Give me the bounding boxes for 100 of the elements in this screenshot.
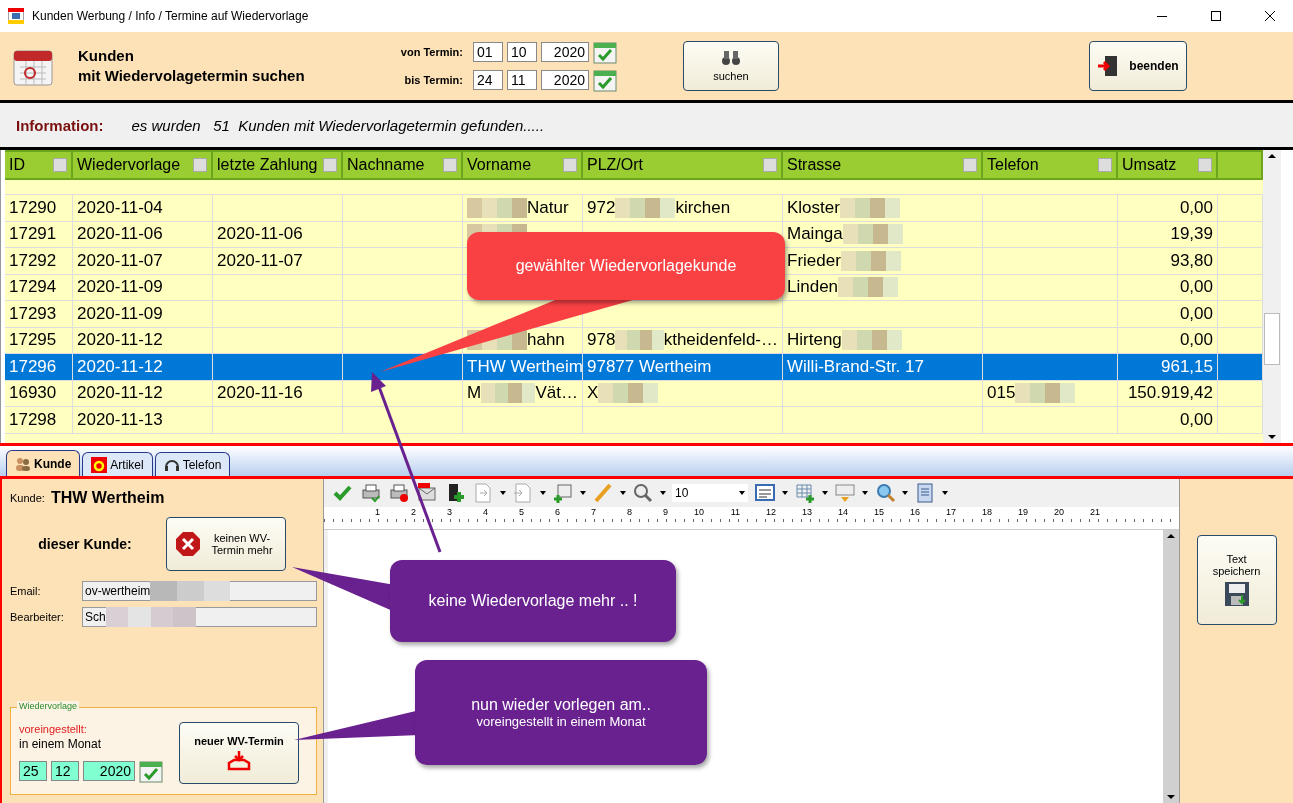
close-icon[interactable] bbox=[1265, 11, 1275, 21]
magnifier-icon[interactable] bbox=[632, 482, 654, 504]
column-header[interactable]: PLZ/Ort bbox=[583, 150, 783, 180]
ruler-number: 18 bbox=[981, 507, 992, 517]
caret-icon[interactable] bbox=[862, 491, 868, 495]
table-cell: 19,39 bbox=[1170, 224, 1213, 245]
scroll-up-icon[interactable] bbox=[1167, 534, 1175, 538]
month-field[interactable]: 10 bbox=[507, 42, 537, 62]
callout-text: keine Wiedervorlage mehr .. ! bbox=[428, 592, 638, 610]
column-header[interactable]: ID bbox=[5, 150, 73, 180]
caret-icon[interactable] bbox=[822, 491, 828, 495]
table-row[interactable]: 17293 2020-11-09 0,00 bbox=[5, 301, 1263, 328]
table-row[interactable]: 17298 2020-11-13 0,00 bbox=[5, 407, 1263, 434]
cell-text: Vät… bbox=[535, 383, 578, 404]
cell-text: hahn bbox=[527, 330, 565, 351]
cell-text: Natur bbox=[527, 197, 569, 218]
no-more-date-button[interactable]: keinen WV-Termin mehr bbox=[166, 517, 286, 571]
window-title: Kunden Werbung / Info / Termine auf Wiedervorlage bbox=[32, 9, 310, 23]
year-field[interactable]: 2020 bbox=[541, 70, 589, 90]
caret-icon[interactable] bbox=[782, 491, 788, 495]
column-header[interactable]: Vorname bbox=[463, 150, 583, 180]
caret-icon[interactable] bbox=[660, 491, 666, 495]
ruler-number: 4 bbox=[482, 507, 488, 517]
calendar-check-icon[interactable] bbox=[139, 759, 163, 783]
ruler-number: 8 bbox=[626, 507, 632, 517]
table-row[interactable]: 17296 2020-11-12 THW Wertheim 97877 Wertheim Willi-Brand-Str. 17 961,15 bbox=[5, 354, 1263, 381]
ruler-number: 1 bbox=[374, 507, 380, 517]
search-button[interactable]: suchen bbox=[683, 41, 779, 91]
scroll-thumb[interactable] bbox=[1264, 313, 1280, 365]
spellcheck-icon[interactable] bbox=[834, 482, 856, 504]
save-text-button[interactable]: Text speichern bbox=[1196, 535, 1277, 625]
font-size-dropdown[interactable]: 10 bbox=[672, 484, 748, 502]
column-header[interactable]: letzte Zahlung bbox=[213, 150, 343, 180]
maximize-icon[interactable] bbox=[1211, 11, 1221, 21]
scroll-down-icon[interactable] bbox=[1268, 435, 1276, 439]
day-field[interactable]: 24 bbox=[473, 70, 503, 90]
pixelated-blur bbox=[841, 330, 902, 351]
caret-icon[interactable] bbox=[902, 491, 908, 495]
callout-text: nun wieder vorlegen am.. bbox=[471, 696, 651, 714]
table-plus-icon[interactable] bbox=[794, 482, 816, 504]
pixelated-blur bbox=[838, 277, 899, 298]
exit-button[interactable]: beenden bbox=[1089, 41, 1187, 91]
editor-label: Bearbeiter: bbox=[10, 611, 65, 623]
email-field[interactable]: ov-wertheim bbox=[82, 581, 317, 601]
new-date-button[interactable]: neuer WV-Termin bbox=[179, 722, 299, 784]
column-header[interactable]: Nachname bbox=[343, 150, 463, 180]
minimize-icon[interactable] bbox=[1157, 15, 1167, 17]
year-field[interactable]: 2020 bbox=[541, 42, 589, 62]
table-cell: 17290 bbox=[9, 197, 57, 218]
table-row[interactable]: 16930 2020-11-12 2020-11-16 M Vät… X 015 150.919,42 bbox=[5, 380, 1263, 407]
table-row[interactable]: 17295 2020-11-12 hahn 978 ktheidenfeld-… Hirteng 0,00 bbox=[5, 327, 1263, 354]
preset-label: voreingestellt: bbox=[19, 723, 88, 735]
column-header[interactable]: Telefon bbox=[983, 150, 1118, 180]
table-cell: 2020-11-04 bbox=[77, 197, 163, 218]
scroll-up-icon[interactable] bbox=[1268, 154, 1276, 158]
caret-icon[interactable] bbox=[580, 491, 586, 495]
table-row[interactable]: 17290 2020-11-04 Natur 972 kirchen Kloster 0,00 bbox=[5, 195, 1263, 222]
cell-text: 972 bbox=[587, 197, 616, 218]
printer-help-icon[interactable] bbox=[388, 482, 410, 504]
tab[interactable]: Kunde bbox=[6, 450, 81, 476]
calendar-check-icon[interactable] bbox=[593, 68, 617, 92]
editor-field[interactable]: Sch bbox=[82, 607, 317, 627]
calendar-check-icon[interactable] bbox=[593, 40, 617, 64]
column-header[interactable]: Wiedervorlage bbox=[73, 150, 213, 180]
day-field[interactable]: 01 bbox=[473, 42, 503, 62]
caret-icon[interactable] bbox=[540, 491, 546, 495]
month-field[interactable]: 11 bbox=[507, 70, 537, 90]
ruler-number: 14 bbox=[837, 507, 848, 517]
zoom-icon[interactable] bbox=[874, 482, 896, 504]
app-icon bbox=[8, 8, 24, 24]
caret-icon[interactable] bbox=[942, 491, 948, 495]
pdf-envelope-icon[interactable] bbox=[416, 482, 438, 504]
month-field[interactable]: 12 bbox=[51, 761, 79, 781]
caret-icon[interactable] bbox=[500, 491, 506, 495]
font-plus-icon[interactable] bbox=[552, 482, 574, 504]
document-icon[interactable] bbox=[914, 482, 936, 504]
scrollbar[interactable] bbox=[1163, 530, 1179, 803]
printer-icon[interactable] bbox=[360, 482, 382, 504]
table-cell: 0,00 bbox=[1179, 197, 1213, 218]
scroll-down-icon[interactable] bbox=[1167, 795, 1175, 799]
ruler-number: 6 bbox=[554, 507, 560, 517]
date-label: bis Termin: bbox=[403, 74, 463, 86]
scrollbar[interactable] bbox=[1263, 150, 1281, 443]
pixelated-blur bbox=[598, 383, 659, 404]
table-cell: 2020-11-13 bbox=[77, 409, 163, 430]
tab[interactable]: Telefon bbox=[154, 452, 231, 476]
caret-icon[interactable] bbox=[739, 491, 745, 495]
table-cell: 2020-11-09 bbox=[77, 303, 163, 324]
text-box-icon[interactable] bbox=[754, 482, 776, 504]
table-cell: 17295 bbox=[9, 330, 57, 351]
table-cell: 17293 bbox=[9, 303, 57, 324]
column-header[interactable]: Umsatz bbox=[1118, 150, 1218, 180]
tab[interactable]: Artikel bbox=[82, 452, 153, 476]
table-cell: 0,00 bbox=[1179, 303, 1213, 324]
page-import-icon[interactable] bbox=[512, 482, 534, 504]
caret-icon[interactable] bbox=[620, 491, 626, 495]
year-field[interactable]: 2020 bbox=[83, 761, 135, 781]
column-header[interactable]: Strasse bbox=[783, 150, 983, 180]
day-field[interactable]: 25 bbox=[19, 761, 47, 781]
pixelated-blur bbox=[481, 383, 536, 404]
